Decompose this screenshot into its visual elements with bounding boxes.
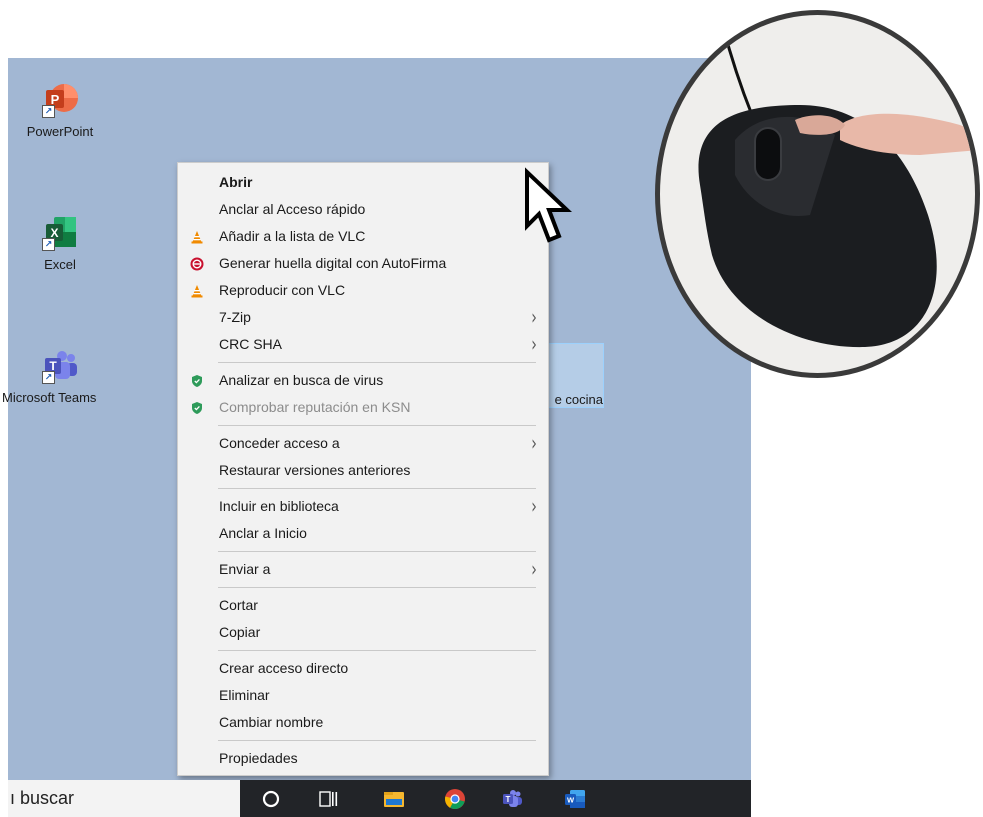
menu-item-label: Comprobar reputación en KSN [219,399,411,415]
vlc-icon [191,231,203,244]
mouse-pointer-icon [525,167,573,243]
selected-folder-label: e cocina [554,392,603,407]
menu-separator [218,425,536,426]
teams-icon: T ↗ [40,346,80,386]
menu-item-cortar[interactable]: Cortar [178,592,548,619]
selected-folder-icon[interactable]: e cocina [543,343,604,408]
taskbar-search-box[interactable]: ı buscar [8,780,240,817]
menu-item-label: Analizar en busca de virus [219,372,384,388]
menu-item-conceder-acceso[interactable]: Conceder acceso a › [178,430,548,457]
menu-item-7zip[interactable]: 7-Zip › [178,304,548,331]
context-menu: Abrir Anclar al Acceso rápido Añadir a l… [177,162,549,776]
menu-item-label: Eliminar [219,687,270,703]
menu-item-label: Enviar a [219,561,271,577]
menu-separator [218,740,536,741]
chevron-right-icon: › [531,431,537,455]
menu-separator [218,551,536,552]
desktop-icon-label: PowerPoint [26,124,94,139]
menu-item-anadir-vlc[interactable]: Añadir a la lista de VLC [178,223,548,250]
search-text: ı buscar [10,788,75,808]
menu-item-label: Anclar a Inicio [219,525,307,541]
menu-item-label: Cortar [219,597,258,613]
menu-item-enviar-a[interactable]: Enviar a › [178,556,548,583]
desktop-icon-label: Excel [44,257,76,272]
file-explorer-icon[interactable] [383,788,405,810]
menu-separator [218,362,536,363]
word-icon[interactable]: W [564,788,586,810]
menu-item-restaurar-versiones[interactable]: Restaurar versiones anteriores [178,457,548,484]
desktop-icon-excel[interactable]: X ↗ Excel [8,213,112,272]
menu-item-label: Conceder acceso a [219,435,340,451]
menu-separator [218,650,536,651]
menu-item-cambiar-nombre[interactable]: Cambiar nombre [178,709,548,736]
menu-item-copiar[interactable]: Copiar [178,619,548,646]
menu-item-label: Generar huella digital con AutoFirma [219,255,447,271]
cortana-circle-icon[interactable] [260,788,282,810]
kaspersky-shield-icon [192,375,202,387]
desktop-icon-teams[interactable]: T ↗ Microsoft Teams [2,346,112,405]
menu-item-label: Añadir a la lista de VLC [219,228,366,244]
menu-item-anclar-acceso-rapido[interactable]: Anclar al Acceso rápido [178,196,548,223]
chevron-right-icon: › [531,557,537,581]
svg-text:T: T [506,795,511,804]
mouse-photo [655,10,980,378]
menu-item-abrir[interactable]: Abrir [178,169,548,196]
desktop-icon-powerpoint[interactable]: P ↗ PowerPoint [8,80,112,139]
task-view-icon[interactable] [317,788,339,810]
menu-item-label: 7-Zip [219,309,251,325]
taskbar: ı buscar T W [8,780,751,817]
menu-item-analizar-virus[interactable]: Analizar en busca de virus [178,367,548,394]
menu-item-label: Restaurar versiones anteriores [219,462,411,478]
menu-item-label: CRC SHA [219,336,283,352]
menu-item-crc-sha[interactable]: CRC SHA › [178,331,548,358]
chrome-icon[interactable] [444,788,466,810]
menu-item-incluir-biblioteca[interactable]: Incluir en biblioteca › [178,493,548,520]
menu-item-label: Incluir en biblioteca [219,498,339,514]
teams-icon[interactable]: T [501,788,523,810]
menu-item-reproducir-vlc[interactable]: Reproducir con VLC [178,277,548,304]
menu-separator [218,587,536,588]
menu-item-generar-huella[interactable]: Generar huella digital con AutoFirma [178,250,548,277]
computer-mouse-image [698,15,975,348]
powerpoint-icon: P ↗ [40,80,80,120]
desktop-icon-label: Microsoft Teams [2,390,97,405]
vlc-icon [191,285,203,298]
menu-item-label: Cambiar nombre [219,714,324,730]
chevron-right-icon: › [531,494,537,518]
menu-item-label: Anclar al Acceso rápido [219,201,366,217]
menu-item-label: Abrir [219,174,253,190]
menu-item-comprobar-reputacion: Comprobar reputación en KSN [178,394,548,421]
chevron-right-icon: › [531,332,537,356]
autofirma-icon [190,257,204,271]
menu-item-label: Copiar [219,624,261,640]
menu-item-propiedades[interactable]: Propiedades [178,745,548,772]
menu-item-label: Propiedades [219,750,298,766]
menu-separator [218,488,536,489]
excel-icon: X ↗ [40,213,80,253]
menu-item-crear-acceso-directo[interactable]: Crear acceso directo [178,655,548,682]
chevron-right-icon: › [531,305,537,329]
menu-item-eliminar[interactable]: Eliminar [178,682,548,709]
menu-item-label: Reproducir con VLC [219,282,346,298]
kaspersky-shield-icon [192,402,202,414]
svg-text:W: W [567,796,575,805]
menu-item-anclar-inicio[interactable]: Anclar a Inicio [178,520,548,547]
menu-item-label: Crear acceso directo [219,660,349,676]
